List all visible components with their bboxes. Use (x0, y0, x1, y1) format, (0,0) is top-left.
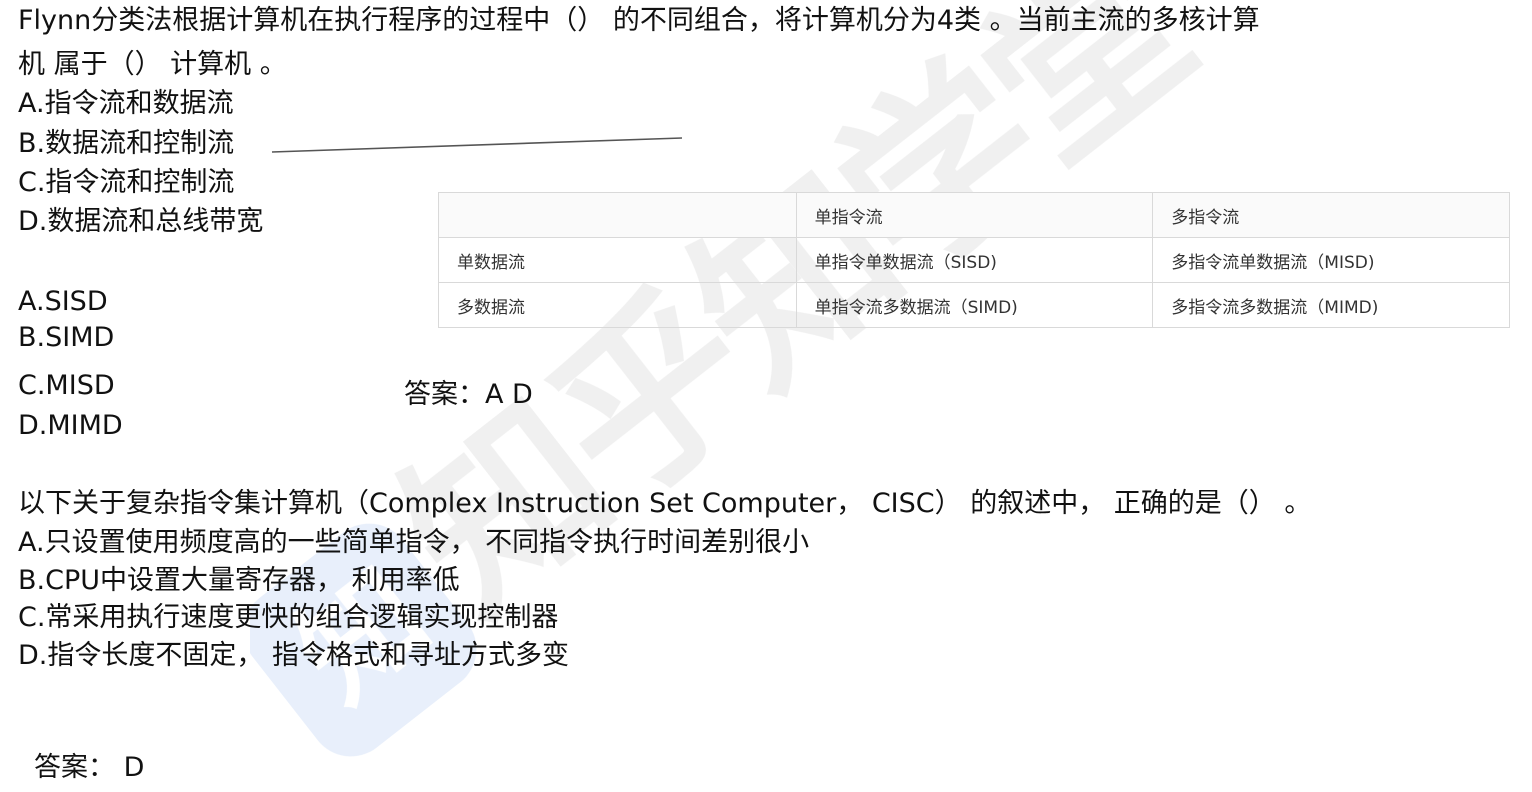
q2-option-d: D.指令长度不固定， 指令格式和寻址方式多变 (18, 640, 569, 671)
q1-blank2-option-a: A.SISD (18, 286, 108, 317)
q1-blank1-option-a: A.指令流和数据流 (18, 88, 234, 119)
pen-stroke (271, 137, 683, 153)
table-header-cell: 单指令流 (795, 192, 1154, 238)
table-row: 多数据流 单指令流多数据流（SIMD) 多指令流多数据流（MIMD) (438, 282, 1510, 328)
table-cell: 单指令流多数据流（SIMD) (795, 282, 1154, 328)
flynn-table: 单指令流 多指令流 单数据流 单指令单数据流（SISD) 多指令流单数据流（MI… (438, 192, 1510, 328)
q1-blank2-option-d: D.MIMD (18, 410, 123, 441)
table-cell: 单数据流 (438, 237, 797, 283)
table-header-cell: 多指令流 (1152, 192, 1510, 238)
flynn-table-image: 单指令流 多指令流 单数据流 单指令单数据流（SISD) 多指令流单数据流（MI… (438, 192, 1510, 354)
table-header-row: 单指令流 多指令流 (438, 192, 1510, 238)
q2-stem: 以下关于复杂指令集计算机（Complex Instruction Set Com… (18, 488, 1312, 519)
q2-answer: 答案： D (34, 752, 145, 783)
q1-stem-line1: Flynn分类法根据计算机在执行程序的过程中（） 的不同组合，将计算机分为4类 … (18, 5, 1260, 36)
q1-blank2-option-c: C.MISD (18, 370, 115, 401)
q1-blank1-option-b: B.数据流和控制流 (18, 128, 235, 159)
q2-option-b: B.CPU中设置大量寄存器， 利用率低 (18, 565, 460, 596)
table-cell: 多指令流单数据流（MISD) (1152, 237, 1510, 283)
q1-blank1-option-d: D.数据流和总线带宽 (18, 206, 264, 237)
q1-blank2-option-b: B.SIMD (18, 322, 115, 353)
table-cell: 多数据流 (438, 282, 797, 328)
q1-answer: 答案：A D (404, 379, 533, 410)
q2-option-a: A.只设置使用频度高的一些简单指令， 不同指令执行时间差别很小 (18, 527, 810, 558)
table-row: 单数据流 单指令单数据流（SISD) 多指令流单数据流（MISD) (438, 237, 1510, 283)
q2-option-c: C.常采用执行速度更快的组合逻辑实现控制器 (18, 602, 559, 633)
q1-blank1-option-c: C.指令流和控制流 (18, 167, 235, 198)
zhihu-watermark: 知 知乎知学堂 (250, 0, 1226, 757)
table-cell: 单指令单数据流（SISD) (795, 237, 1154, 283)
q1-stem-line2: 机 属于（） 计算机 。 (18, 49, 287, 80)
table-cell: 多指令流多数据流（MIMD) (1152, 282, 1510, 328)
table-header-cell (438, 192, 797, 238)
